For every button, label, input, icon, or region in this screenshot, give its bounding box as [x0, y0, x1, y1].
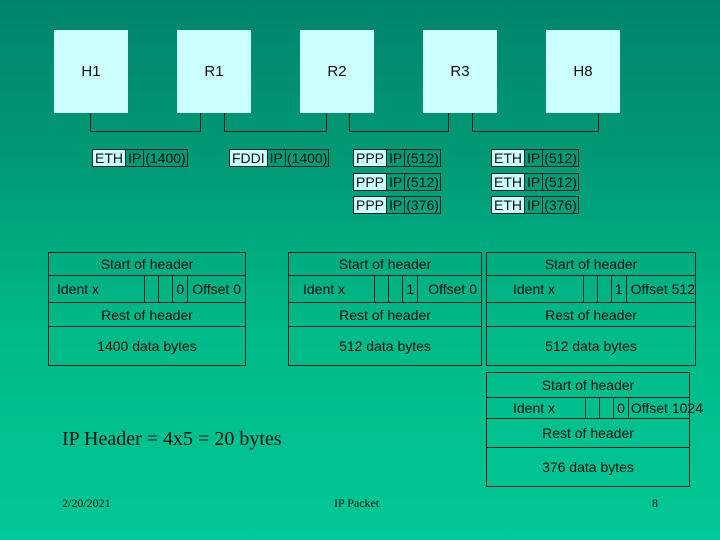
- frame-size: (512): [543, 149, 579, 167]
- frame-size: (376): [543, 196, 579, 214]
- frame-link-header: PPP: [353, 149, 388, 167]
- link-r3-h8: [472, 113, 599, 132]
- frame-size: (376): [405, 196, 441, 214]
- frame-ip-header: IP: [126, 149, 145, 167]
- rest-of-header: Rest of header: [487, 303, 695, 327]
- frame-link-header: ETH: [92, 149, 126, 167]
- frame-size: (512): [405, 149, 441, 167]
- rest-of-header: Rest of header: [49, 303, 245, 327]
- frame-ip-header: IP: [525, 149, 544, 167]
- frame-size: (1400): [144, 149, 188, 167]
- packet-376: Start of header Ident x 0 Offset 1024 Re…: [486, 372, 703, 487]
- ident-row: Ident x 1 Offset 512: [487, 276, 695, 303]
- flag-cell: [585, 398, 599, 418]
- offset-field: Offset 1024: [630, 400, 703, 416]
- more-fragments-flag: 1: [402, 276, 419, 302]
- ident-field: Ident x: [513, 400, 556, 416]
- frame-ip-header: IP: [525, 196, 544, 214]
- footer-page-number: 8: [652, 496, 658, 510]
- link-r2-r3: [349, 113, 449, 132]
- ident-row: Ident x 1 Offset 0: [289, 276, 481, 303]
- frame-link-header: PPP: [353, 196, 388, 214]
- frame-fddi-1400: FDDI IP (1400): [229, 149, 330, 167]
- frame-ppp-376: PPP IP (376): [353, 196, 441, 214]
- flag-cell: [144, 276, 158, 302]
- frame-ip-header: IP: [525, 173, 544, 191]
- link-h1-r1: [90, 113, 201, 132]
- offset-field: Offset 0: [192, 281, 241, 297]
- node-r1: R1: [177, 30, 251, 113]
- start-of-header: Start of header: [49, 253, 245, 276]
- more-fragments-flag: 1: [610, 276, 627, 302]
- start-of-header: Start of header: [487, 253, 695, 276]
- ip-header-note: IP Header = 4x5 = 20 bytes: [62, 428, 282, 450]
- flag-cell: [158, 276, 172, 302]
- ident-field: Ident x: [57, 281, 100, 297]
- more-fragments-flag: 0: [172, 276, 189, 302]
- flag-cell: [599, 398, 613, 418]
- footer-title: IP Packet: [334, 496, 380, 510]
- rest-of-header: Rest of header: [487, 419, 689, 448]
- frame-size: (1400): [285, 149, 330, 167]
- start-of-header: Start of header: [289, 253, 481, 276]
- start-of-header: Start of header: [487, 373, 689, 398]
- ident-row: Ident x 0 Offset 0: [49, 276, 245, 303]
- data-bytes: 512 data bytes: [339, 338, 431, 354]
- more-fragments-flag: 0: [613, 398, 629, 418]
- frame-link-header: FDDI: [229, 149, 268, 167]
- frame-ip-header: IP: [387, 173, 406, 191]
- frame-ppp-512-a: PPP IP (512): [353, 149, 441, 167]
- ident-field: Ident x: [303, 281, 346, 297]
- offset-field: Offset 0: [428, 281, 477, 297]
- ident-row: Ident x 0 Offset 1024: [487, 398, 703, 419]
- packet-1400: Start of header Ident x 0 Offset 0 Rest …: [48, 252, 246, 366]
- frame-link-header: ETH: [491, 149, 525, 167]
- data-bytes: 1400 data bytes: [97, 338, 197, 354]
- frame-ppp-512-b: PPP IP (512): [353, 173, 441, 191]
- data-bytes: 512 data bytes: [545, 338, 637, 354]
- flag-cell: [582, 276, 597, 302]
- frame-eth-512-b: ETH IP (512): [491, 173, 579, 191]
- rest-of-header: Rest of header: [289, 303, 481, 327]
- packet-512-b: Start of header Ident x 1 Offset 512 Res…: [486, 252, 696, 366]
- node-h1: H1: [54, 30, 128, 113]
- frame-link-header: PPP: [353, 173, 388, 191]
- node-r3: R3: [423, 30, 497, 113]
- frame-link-header: ETH: [491, 196, 525, 214]
- frame-size: (512): [543, 173, 579, 191]
- link-r1-r2: [224, 113, 327, 132]
- node-h8: H8: [546, 30, 620, 113]
- frame-ip-header: IP: [267, 149, 286, 167]
- flag-cell: [388, 276, 402, 302]
- footer-date: 2/20/2021: [62, 496, 111, 510]
- data-bytes: 376 data bytes: [542, 459, 634, 475]
- ident-field: Ident x: [513, 281, 556, 297]
- packet-512-a: Start of header Ident x 1 Offset 0 Rest …: [288, 252, 482, 366]
- offset-field: Offset 512: [630, 281, 695, 297]
- node-r2: R2: [300, 30, 374, 113]
- frame-link-header: ETH: [491, 173, 525, 191]
- frame-eth-1400: ETH IP (1400): [92, 149, 188, 167]
- frame-size: (512): [405, 173, 441, 191]
- frame-ip-header: IP: [387, 196, 406, 214]
- frame-eth-376: ETH IP (376): [491, 196, 579, 214]
- frame-ip-header: IP: [387, 149, 406, 167]
- frame-eth-512-a: ETH IP (512): [491, 149, 579, 167]
- flag-cell: [596, 276, 611, 302]
- flag-cell: [374, 276, 388, 302]
